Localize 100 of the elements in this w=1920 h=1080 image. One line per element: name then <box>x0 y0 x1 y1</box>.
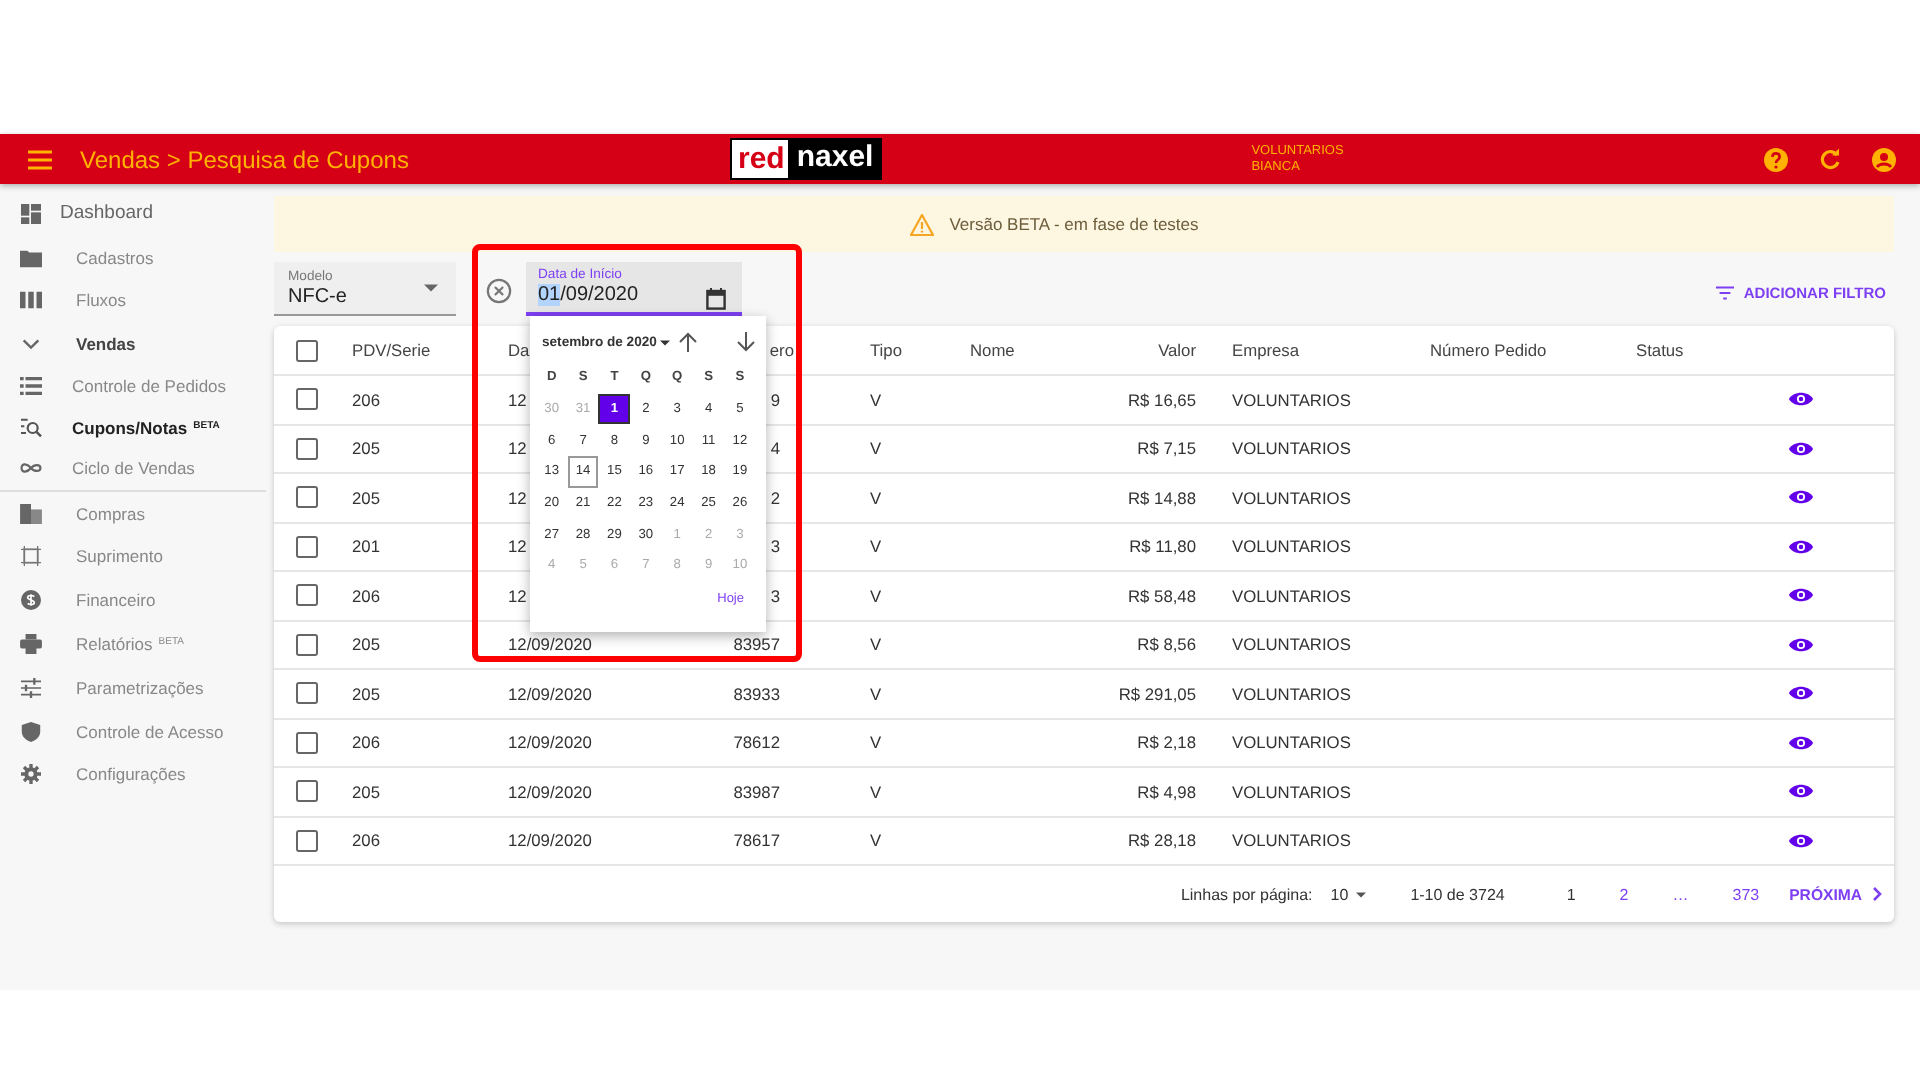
table-cell: VOLUNTARIOS <box>1232 830 1351 851</box>
sidebar-item[interactable]: Relatórios $^{BETA}$ <box>0 622 274 666</box>
table-cell: VOLUNTARIOS <box>1232 487 1351 508</box>
column-header: Nome <box>970 340 1015 360</box>
page-link[interactable]: 373 <box>1724 881 1768 907</box>
column-header: Da <box>508 340 530 360</box>
chevron-right-icon <box>1872 886 1882 902</box>
clear-icon[interactable] <box>486 278 512 304</box>
page-link[interactable]: 2 <box>1611 881 1637 907</box>
eye-icon[interactable] <box>1788 635 1814 654</box>
table-cell: R$ 14,88 <box>1128 487 1196 508</box>
building-icon <box>20 503 42 524</box>
dropdown-icon <box>424 284 438 292</box>
table-cell: 3 <box>770 585 780 606</box>
eye-icon[interactable] <box>1788 782 1814 801</box>
table-cell: V <box>870 781 882 802</box>
table-cell: 201 <box>352 536 380 557</box>
table-cell: V <box>870 536 882 557</box>
table-cell: R$ 291,05 <box>1118 683 1196 704</box>
rows-per-page-select[interactable]: 10 <box>1330 885 1367 903</box>
dollar-icon <box>20 590 42 611</box>
checkbox[interactable] <box>296 535 318 558</box>
checkbox[interactable] <box>296 682 318 705</box>
table-cell: 12/09/2020 <box>508 634 592 655</box>
banner-text: Versão BETA - em fase de testes <box>949 214 1199 234</box>
help-icon[interactable] <box>1764 147 1788 171</box>
table-cell: 205 <box>352 487 380 508</box>
eye-icon[interactable] <box>1788 439 1814 458</box>
eye-icon[interactable] <box>1788 831 1814 850</box>
checkbox[interactable] <box>296 388 318 411</box>
caret-icon <box>660 339 671 345</box>
checkbox[interactable] <box>296 829 318 852</box>
checkbox[interactable] <box>296 437 318 460</box>
page-range: 1-10 de 3724 <box>1410 885 1505 903</box>
table-cell: 78617 <box>733 830 780 851</box>
sidebar-item[interactable]: Cupons/Notas $^{BETA}$ <box>0 407 274 449</box>
table-cell: 12/09/2020 <box>508 781 592 802</box>
checkbox[interactable] <box>296 339 318 361</box>
table-cell: 12/09/2020 <box>508 683 592 704</box>
table-cell: 205 <box>352 683 380 704</box>
table-cell: VOLUNTARIOS <box>1232 389 1351 410</box>
checkbox[interactable] <box>296 780 318 803</box>
table-cell: 9 <box>770 389 780 410</box>
dashboard-icon <box>20 203 42 224</box>
eye-icon[interactable] <box>1788 684 1814 703</box>
table-cell: 2 <box>770 487 780 508</box>
sidebar-item[interactable]: Dashboard <box>0 192 274 236</box>
table-cell: 205 <box>352 781 380 802</box>
eye-icon[interactable] <box>1788 488 1814 507</box>
column-header: Status <box>1636 340 1684 360</box>
table-cell: 12 <box>508 585 527 606</box>
column-header: PDV/Serie <box>352 340 431 360</box>
eye-icon[interactable] <box>1788 586 1814 605</box>
folder-icon <box>20 247 42 268</box>
list-icon <box>20 376 42 397</box>
table-cell: 205 <box>352 634 380 655</box>
table-cell: 12 <box>508 487 527 508</box>
shield-icon <box>20 721 42 742</box>
checkbox[interactable] <box>296 584 318 607</box>
column-header: Número Pedido <box>1430 340 1547 360</box>
table-cell: 4 <box>770 438 780 459</box>
table-cell: 83987 <box>733 781 780 802</box>
table-cell: R$ 16,65 <box>1128 389 1196 410</box>
checkbox[interactable] <box>296 486 318 509</box>
table-cell: VOLUNTARIOS <box>1232 536 1351 557</box>
calendar-icon[interactable] <box>706 288 726 310</box>
table-cell: VOLUNTARIOS <box>1232 683 1351 704</box>
table-cell: V <box>870 487 882 508</box>
infinity-icon <box>20 458 42 479</box>
table-cell: 205 <box>352 438 380 459</box>
checkbox[interactable] <box>296 633 318 656</box>
account-icon[interactable] <box>1872 147 1896 171</box>
page-link[interactable]: … <box>1664 881 1697 907</box>
table-cell: V <box>870 732 882 753</box>
page-link[interactable]: 1 <box>1558 881 1584 907</box>
table-cell: 12 <box>508 389 527 410</box>
table-cell: 83957 <box>733 634 780 655</box>
caret-icon <box>1356 891 1367 897</box>
logo: red naxel <box>730 138 882 180</box>
sidebar-item[interactable]: Vendas <box>0 322 274 367</box>
chevron-icon[interactable] <box>20 334 42 355</box>
table-cell: R$ 4,98 <box>1137 781 1196 802</box>
arrow-down-icon[interactable] <box>736 332 756 352</box>
column-header: Tipo <box>870 340 902 360</box>
table-cell: R$ 28,18 <box>1128 830 1196 851</box>
table-cell: 12/09/2020 <box>508 830 592 851</box>
rows-per-page-label: Linhas por página: <box>1180 885 1313 903</box>
table-cell: VOLUNTARIOS <box>1232 438 1351 459</box>
checkbox[interactable] <box>296 731 318 754</box>
eye-icon[interactable] <box>1788 733 1814 752</box>
column-header: Empresa <box>1232 340 1300 360</box>
arrow-up-icon[interactable] <box>678 332 698 352</box>
table-cell: 12/09/2020 <box>508 732 592 753</box>
page-title: Vendas > Pesquisa de Cupons <box>80 145 411 173</box>
table-cell: V <box>870 585 882 606</box>
refresh-icon[interactable] <box>1818 147 1842 171</box>
menu-icon[interactable] <box>28 149 52 169</box>
table-cell: VOLUNTARIOS <box>1232 732 1351 753</box>
eye-icon[interactable] <box>1788 390 1814 409</box>
eye-icon[interactable] <box>1788 537 1814 556</box>
